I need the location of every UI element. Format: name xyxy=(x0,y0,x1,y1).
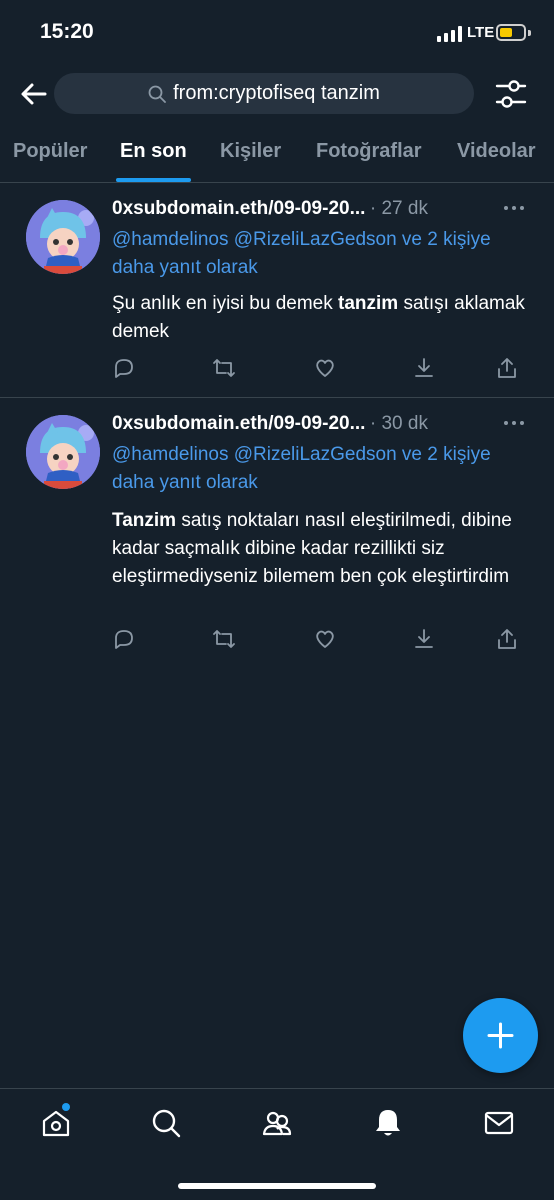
plus-icon xyxy=(487,1022,514,1049)
network-label: LTE xyxy=(467,24,495,41)
tab-videolar[interactable]: Videolar xyxy=(457,140,536,163)
battery-icon xyxy=(496,24,526,41)
avatar[interactable] xyxy=(26,200,100,274)
author-name[interactable]: 0xsubdomain.eth/09-09-20... xyxy=(112,413,365,434)
avatar-image xyxy=(26,200,100,274)
compose-button[interactable] xyxy=(463,998,538,1073)
reply-to-line[interactable]: @hamdelinos @RizeliLazGedson ve 2 kişiye… xyxy=(112,441,532,497)
notifications-bell-icon[interactable] xyxy=(372,1107,404,1139)
tweet[interactable]: 0xsubdomain.eth/09-09-20... · 30 dk @ham… xyxy=(0,399,554,668)
home-notification-dot xyxy=(62,1103,70,1111)
heart-icon[interactable] xyxy=(313,627,337,651)
home-icon[interactable] xyxy=(40,1107,72,1139)
search-query: from:cryptofiseq tanzim xyxy=(173,82,380,104)
tweet-text-part: Şu anlık en iyisi bu demek xyxy=(112,293,339,314)
tweet-text-highlight: Tanzim xyxy=(112,510,177,531)
communities-icon[interactable] xyxy=(261,1107,293,1139)
tweet-time: · 27 dk xyxy=(369,198,428,219)
search-tabs: Popüler En son Kişiler Fotoğraflar Video… xyxy=(0,124,554,183)
tweet-text: Şu anlık en iyisi bu demek tanzim satışı… xyxy=(112,290,532,346)
tab-populer[interactable]: Popüler xyxy=(13,140,87,163)
retweet-icon[interactable] xyxy=(212,627,236,651)
avatar[interactable] xyxy=(26,415,100,489)
search-header: from:cryptofiseq tanzim xyxy=(0,66,554,124)
home-indicator xyxy=(178,1183,376,1189)
reply-icon[interactable] xyxy=(112,356,136,380)
bookmark-download-icon[interactable] xyxy=(412,356,436,380)
heart-icon[interactable] xyxy=(313,356,337,380)
status-time: 15:20 xyxy=(40,20,94,43)
tweet-header: 0xsubdomain.eth/09-09-20... · 30 dk xyxy=(112,413,532,441)
tweet-text: Tanzim satış noktaları nasıl eleştirilme… xyxy=(112,507,532,591)
sliders-icon[interactable] xyxy=(493,76,529,112)
search-icon[interactable] xyxy=(150,1107,182,1139)
more-dots-icon[interactable] xyxy=(502,204,526,212)
bookmark-download-icon[interactable] xyxy=(412,627,436,651)
tab-fotograflar[interactable]: Fotoğraflar xyxy=(316,140,422,163)
tab-en-son[interactable]: En son xyxy=(120,140,187,163)
reply-icon[interactable] xyxy=(112,627,136,651)
signal-icon xyxy=(437,26,462,42)
search-icon xyxy=(148,85,167,103)
tweet-text-highlight: tanzim xyxy=(338,293,399,314)
reply-to-line[interactable]: @hamdelinos @RizeliLazGedson ve 2 kişiye… xyxy=(112,226,532,282)
tweet-actions xyxy=(112,627,532,655)
share-icon[interactable] xyxy=(495,356,519,380)
arrow-left-icon[interactable] xyxy=(18,78,50,110)
tweet-time: · 30 dk xyxy=(369,413,428,434)
tweet-header: 0xsubdomain.eth/09-09-20... · 27 dk xyxy=(112,198,532,226)
more-dots-icon[interactable] xyxy=(502,419,526,427)
search-input[interactable]: from:cryptofiseq tanzim xyxy=(54,73,474,114)
share-icon[interactable] xyxy=(495,627,519,651)
retweet-icon[interactable] xyxy=(212,356,236,380)
tweet[interactable]: 0xsubdomain.eth/09-09-20... · 27 dk @ham… xyxy=(0,184,554,398)
status-bar: 15:20 LTE xyxy=(0,0,554,66)
author-name[interactable]: 0xsubdomain.eth/09-09-20... xyxy=(112,198,365,219)
tab-kisiler[interactable]: Kişiler xyxy=(220,140,281,163)
active-tab-indicator xyxy=(116,178,191,182)
tweet-actions xyxy=(112,356,532,384)
avatar-image xyxy=(26,415,100,489)
messages-icon[interactable] xyxy=(483,1107,515,1139)
